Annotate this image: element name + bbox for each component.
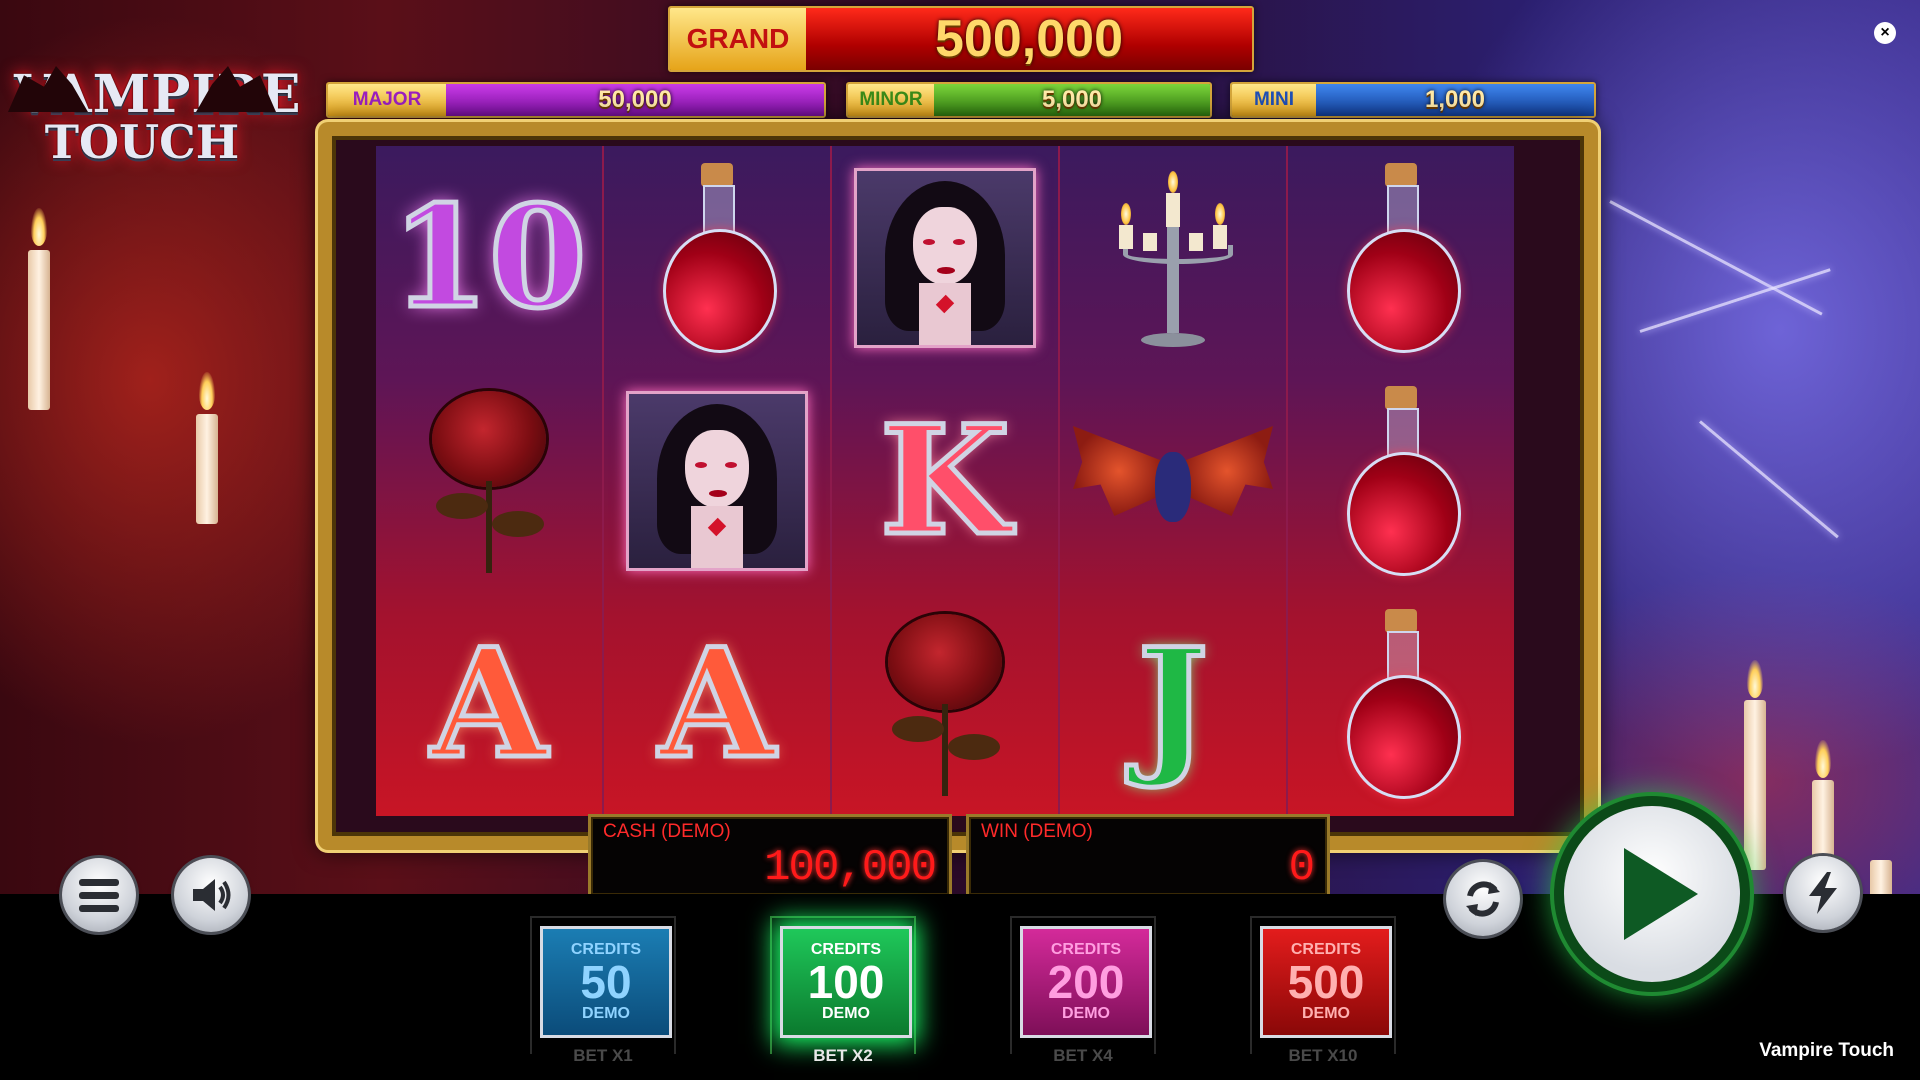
bet-chip-amount: 100 xyxy=(807,956,885,1008)
reel-cell xyxy=(832,146,1058,369)
lightning-bolt xyxy=(1609,200,1823,316)
bet-option-x2[interactable]: CREDITS 100 DEMO BET X2 xyxy=(770,916,916,1065)
king-symbol: K xyxy=(877,392,1012,569)
major-jackpot-value: 50,000 xyxy=(446,84,824,116)
reel-3: K xyxy=(832,146,1060,816)
candelabra-symbol xyxy=(1103,163,1243,353)
reel-cell xyxy=(1288,146,1514,369)
cash-display: CASH (DEMO) 100,000 xyxy=(588,814,952,898)
bet-option-x10[interactable]: CREDITS 500 DEMO BET X10 xyxy=(1250,916,1396,1065)
blood-potion-symbol xyxy=(1341,385,1461,576)
bet-option-x4[interactable]: CREDITS 200 DEMO BET X4 xyxy=(1010,916,1156,1065)
ace-symbol: A xyxy=(428,616,549,793)
reel-cell xyxy=(1288,593,1514,816)
play-icon xyxy=(1624,848,1698,940)
candle-flame xyxy=(31,208,47,246)
reel-cell xyxy=(604,146,830,369)
refresh-icon xyxy=(1466,881,1500,917)
mini-jackpot-value: 1,000 xyxy=(1316,84,1594,116)
reel-grid: 10 A A K J xyxy=(376,146,1514,816)
grand-jackpot-label: GRAND xyxy=(670,8,806,70)
blood-potion-symbol xyxy=(1341,609,1461,800)
sound-button[interactable] xyxy=(174,858,248,932)
ten-symbol: 10 xyxy=(389,175,589,340)
bet-option-x1[interactable]: CREDITS 50 DEMO BET X1 xyxy=(530,916,676,1065)
bet-chip-amount: 200 xyxy=(1047,956,1125,1008)
reel-cell: K xyxy=(832,369,1058,592)
reel-cell xyxy=(1288,369,1514,592)
menu-button[interactable] xyxy=(62,858,136,932)
blood-potion-symbol xyxy=(1341,162,1461,353)
rose-symbol xyxy=(414,381,564,581)
reel-cell xyxy=(1060,146,1286,369)
hamburger-icon xyxy=(79,878,119,912)
bet-chip-bottom: DEMO xyxy=(582,1005,630,1022)
bet-multiplier-label: BET X1 xyxy=(573,1046,633,1065)
bet-chip-bottom: DEMO xyxy=(1062,1005,1110,1022)
cash-label: CASH (DEMO) xyxy=(603,821,731,842)
candle-flame xyxy=(1747,660,1763,698)
lightning-bolt xyxy=(1639,268,1831,333)
lightning-bolt xyxy=(1699,420,1839,539)
reel-2: A xyxy=(604,146,832,816)
win-label: WIN (DEMO) xyxy=(981,821,1093,842)
mini-jackpot-label: MINI xyxy=(1232,84,1316,116)
bet-chip-amount: 50 xyxy=(580,956,632,1008)
cash-value: 100,000 xyxy=(764,843,937,893)
reel-cell xyxy=(604,369,830,592)
bet-multiplier-label: BET X4 xyxy=(1053,1046,1113,1065)
minor-jackpot: MINOR 5,000 xyxy=(846,82,1212,118)
logo-line-2: TOUCH xyxy=(44,115,240,169)
reel-cell xyxy=(1060,369,1286,592)
vampire-lady-symbol xyxy=(854,167,1036,348)
bet-chip[interactable]: CREDITS 500 DEMO xyxy=(1260,926,1392,1038)
bet-chip[interactable]: CREDITS 50 DEMO xyxy=(540,926,672,1038)
spin-button[interactable] xyxy=(1564,806,1740,982)
rose-symbol xyxy=(870,604,1020,804)
bet-chip-bottom: DEMO xyxy=(822,1005,870,1022)
game-title: Vampire Touch xyxy=(1759,1040,1894,1061)
candle-flame xyxy=(1815,740,1831,778)
grand-jackpot: GRAND 500,000 xyxy=(668,6,1254,72)
close-icon[interactable]: × xyxy=(1874,22,1896,44)
reel-cell: A xyxy=(376,593,602,816)
reel-cell: J xyxy=(1060,593,1286,816)
mini-jackpot: MINI 1,000 xyxy=(1230,82,1596,118)
minor-jackpot-label: MINOR xyxy=(848,84,934,116)
game-logo: VAMPIRE TOUCH xyxy=(8,58,301,178)
bet-multiplier-label: BET X10 xyxy=(1288,1046,1358,1065)
reel-5 xyxy=(1288,146,1514,816)
candle-decoration xyxy=(1744,700,1766,870)
candle-flame xyxy=(199,372,215,410)
lightning-icon xyxy=(1809,872,1837,914)
reel-cell: 10 xyxy=(376,146,602,369)
reel-cell xyxy=(832,593,1058,816)
candle-decoration xyxy=(196,414,218,524)
jack-symbol: J xyxy=(1135,616,1211,793)
bat-symbol xyxy=(1073,416,1273,546)
bet-chip-selected[interactable]: CREDITS 100 DEMO xyxy=(780,926,912,1038)
reel-4: J xyxy=(1060,146,1288,816)
bet-chip-amount: 500 xyxy=(1287,956,1365,1008)
bet-chip-bottom: DEMO xyxy=(1302,1005,1350,1022)
speaker-icon xyxy=(193,879,231,911)
bet-multiplier-label: BET X2 xyxy=(813,1046,873,1065)
blood-potion-symbol xyxy=(657,162,777,353)
grand-jackpot-value: 500,000 xyxy=(806,8,1252,70)
major-jackpot-label: MAJOR xyxy=(328,84,446,116)
reel-cell: A xyxy=(604,593,830,816)
turbo-button[interactable] xyxy=(1786,856,1860,930)
vampire-lady-symbol xyxy=(626,390,808,571)
reel-1: 10 A xyxy=(376,146,604,816)
win-value: 0 xyxy=(1288,843,1315,893)
reel-cell xyxy=(376,369,602,592)
minor-jackpot-value: 5,000 xyxy=(934,84,1210,116)
ace-symbol: A xyxy=(656,616,777,793)
candle-decoration xyxy=(28,250,50,410)
major-jackpot: MAJOR 50,000 xyxy=(326,82,826,118)
win-display: WIN (DEMO) 0 xyxy=(966,814,1330,898)
autoplay-button[interactable] xyxy=(1446,862,1520,936)
bet-chip[interactable]: CREDITS 200 DEMO xyxy=(1020,926,1152,1038)
